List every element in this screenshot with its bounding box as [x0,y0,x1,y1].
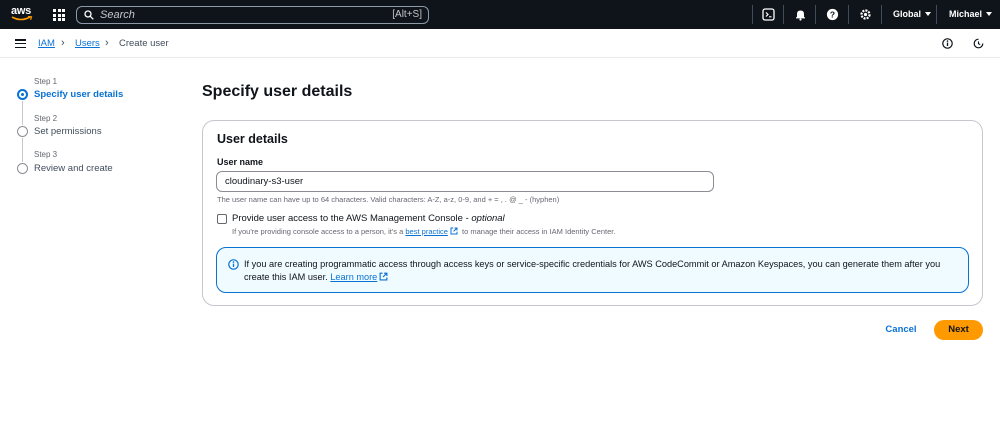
top-navigation: aws Search [Alt+S] ? Global Michael [0,0,1000,29]
page-title: Specify user details [202,83,353,100]
user-details-panel: User details User name The user name can… [202,120,983,306]
search-shortcut: [Alt+S] [392,9,422,20]
external-link-icon [450,227,458,235]
breadcrumb-users[interactable]: Users [75,38,100,49]
step-3-title: Review and create [34,163,113,174]
console-access-checkbox[interactable] [217,214,227,224]
alert-text: If you are creating programmatic access … [244,258,959,284]
step-connector [22,101,23,125]
aws-logo-text: aws [11,5,31,17]
console-access-text: Provide user access to the AWS Managemen… [232,213,469,224]
nav-divider [848,5,849,24]
user-name-label: User name [217,157,264,167]
svg-text:?: ? [830,10,835,20]
user-name-input[interactable] [216,171,714,192]
chevron-down-icon [986,12,993,16]
region-selector[interactable]: Global [893,9,932,19]
breadcrumb-current: Create user [119,38,169,49]
cancel-button[interactable]: Cancel [877,322,925,338]
nav-divider [752,5,753,24]
console-access-label[interactable]: Provide user access to the AWS Managemen… [232,213,505,224]
console-access-description: If you're providing console access to a … [232,227,615,236]
step-connector [22,138,23,162]
console-desc-suffix: to manage their access in IAM Identity C… [462,227,616,236]
account-menu[interactable]: Michael [949,9,993,19]
learn-more-link[interactable]: Learn more [330,272,377,282]
cloudshell-icon[interactable] [762,8,775,21]
nav-divider [936,5,937,24]
step-1-title[interactable]: Specify user details [34,89,123,100]
history-icon[interactable] [973,38,984,49]
account-label: Michael [949,9,983,19]
console-desc-prefix: If you're providing console access to a … [232,227,404,236]
step-3-label: Step 3 [34,150,58,159]
breadcrumb-bar: IAM › Users › Create user [0,29,1000,58]
help-icon[interactable]: ? [826,8,839,21]
chevron-down-icon [925,12,932,16]
external-link-icon [379,272,388,281]
panel-title: User details [217,132,288,146]
search-placeholder: Search [100,9,135,21]
notifications-bell-icon[interactable] [794,8,807,21]
user-name-hint: The user name can have up to 64 characte… [217,195,560,204]
step-1-indicator [17,89,28,100]
chevron-right-icon: › [61,37,65,49]
info-alert: If you are creating programmatic access … [216,247,969,293]
info-icon[interactable] [942,38,953,49]
step-2-label: Step 2 [34,114,58,123]
step-2-indicator [17,126,28,137]
chevron-right-icon: › [105,37,109,49]
step-3-indicator [17,163,28,174]
hamburger-menu-icon[interactable] [15,39,26,49]
step-2-title: Set permissions [34,126,102,137]
info-circle-icon [228,259,239,270]
settings-gear-icon[interactable] [859,8,872,21]
best-practice-link[interactable]: best practice [405,227,448,236]
nav-divider [815,5,816,24]
breadcrumb-iam[interactable]: IAM [38,38,55,49]
services-grid-icon[interactable] [53,9,65,21]
aws-logo[interactable]: aws [11,6,33,23]
optional-text: optional [471,213,505,224]
next-button[interactable]: Next [934,320,983,340]
search-bar[interactable]: Search [Alt+S] [76,6,429,24]
step-1-label: Step 1 [34,77,58,86]
search-icon [84,10,94,20]
nav-divider [783,5,784,24]
nav-divider [881,5,882,24]
region-label: Global [893,9,922,19]
